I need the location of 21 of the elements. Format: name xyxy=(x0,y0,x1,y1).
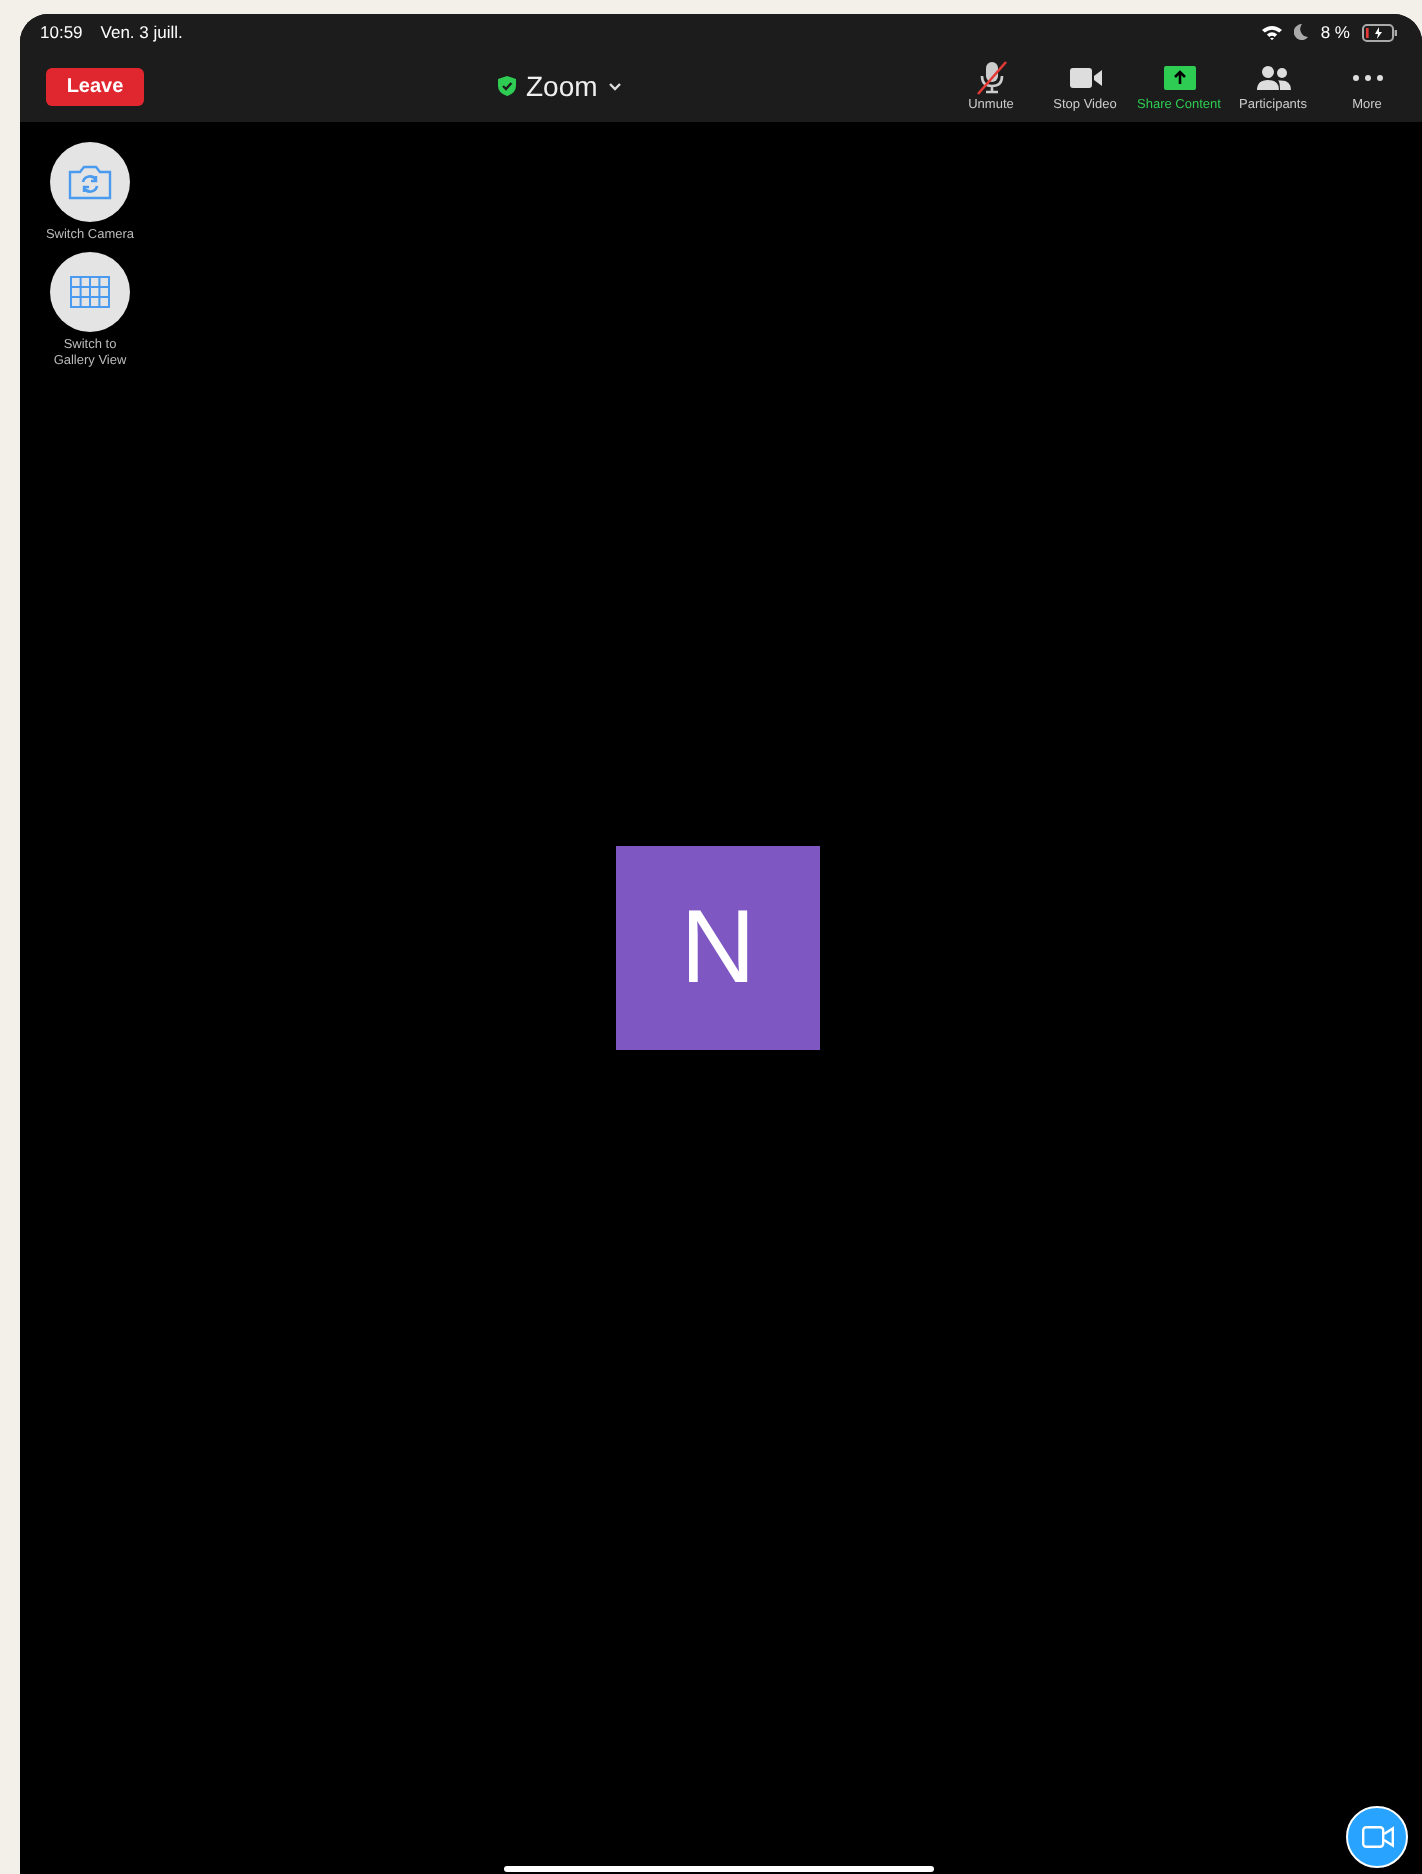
shield-icon xyxy=(498,76,516,96)
muted-microphone-icon xyxy=(973,60,1009,96)
participant-avatar: N xyxy=(616,846,820,1050)
camera-switch-icon xyxy=(68,164,112,200)
status-date: Ven. 3 juill. xyxy=(100,22,183,42)
switch-camera-button[interactable] xyxy=(50,142,130,222)
wifi-icon xyxy=(1262,24,1283,40)
grid-icon xyxy=(70,275,110,308)
gallery-view-button[interactable] xyxy=(50,251,130,332)
status-time: 10:59 xyxy=(40,22,83,42)
video-camera-button[interactable] xyxy=(1346,1806,1408,1868)
share-screen-icon xyxy=(1161,60,1197,96)
leave-button[interactable]: Leave xyxy=(46,68,144,106)
more-icon xyxy=(1349,74,1385,82)
people-icon xyxy=(1255,60,1291,96)
moon-icon xyxy=(1294,24,1309,40)
battery-percent: 8 % xyxy=(1320,22,1350,42)
chevron-down-icon[interactable] xyxy=(607,81,622,91)
battery-icon xyxy=(1362,23,1398,41)
meeting-title-button[interactable]: Zoom xyxy=(526,70,598,102)
video-camera-icon xyxy=(1361,1826,1393,1848)
